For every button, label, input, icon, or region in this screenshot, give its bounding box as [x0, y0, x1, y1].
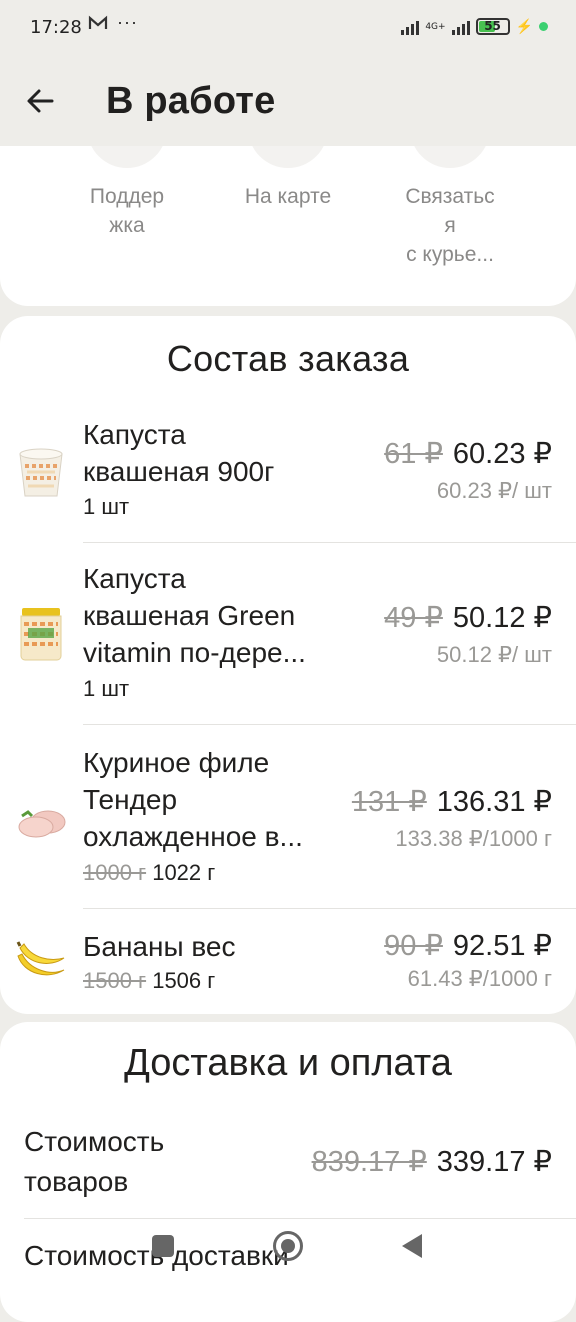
- item-name: Капуста квашеная 900г: [83, 419, 275, 487]
- item-name: Куриное филе Тендер охлажденное в...: [83, 747, 303, 852]
- support-label: Поддер жка: [89, 185, 165, 237]
- item-unit-price: 133.38 ₽/1000 г: [395, 826, 552, 851]
- contact-courier-label: Связатьс я с курье...: [405, 185, 495, 266]
- item-new-price: 92.51 ₽: [452, 930, 552, 962]
- system-back-button[interactable]: [402, 1234, 422, 1258]
- item-name: Капуста квашеная Green vitamin по-дере..…: [83, 563, 306, 668]
- delivery-title: Доставка и оплата: [124, 1042, 452, 1084]
- bananas-image: [14, 934, 68, 990]
- goods-new-cost: 339.17 ₽: [436, 1146, 552, 1178]
- item-old-price: 90 ₽: [384, 930, 443, 962]
- indicator-dot: [539, 22, 548, 31]
- app-header: В работе: [0, 56, 576, 146]
- item-old-price: 61 ₽: [384, 438, 443, 470]
- goods-old-cost: 839.17 ₽: [311, 1146, 427, 1178]
- item-unit-price: 61.43 ₽/1000 г: [407, 966, 552, 991]
- system-nav-bar: [0, 1218, 576, 1280]
- item-price: 90 ₽ 92.51 ₽: [384, 928, 552, 963]
- item-unit-price: 60.23 ₽/ шт: [436, 478, 552, 503]
- item-name: Бананы вес: [83, 931, 236, 962]
- divider: [83, 724, 576, 725]
- item-new-quantity: 1022 г: [152, 860, 216, 885]
- goods-cost-value: 839.17 ₽ 339.17 ₽: [312, 1144, 552, 1179]
- item-unit-price: 50.12 ₽/ шт: [436, 642, 552, 667]
- order-card: Состав заказа Капуста квашеная 900г 1 шт…: [0, 316, 576, 1014]
- item-quantity: 1000 г 1022 г: [83, 860, 215, 886]
- goods-cost-label: Стоимость товаров: [24, 1126, 165, 1197]
- home-button[interactable]: [273, 1231, 303, 1261]
- item-old-quantity: 1000 г: [83, 860, 147, 885]
- signal-icon: [401, 19, 420, 35]
- divider: [83, 542, 576, 543]
- item-old-quantity: 1500 г: [83, 968, 147, 993]
- charging-icon: ⚡: [515, 18, 533, 34]
- item-quantity: 1500 г 1506 г: [83, 968, 215, 994]
- more-notifications-icon: ···: [117, 12, 138, 32]
- item-price: 49 ₽ 50.12 ₽: [384, 600, 552, 635]
- chicken-fillet-image: [14, 794, 68, 850]
- item-new-price: 50.12 ₽: [452, 602, 552, 634]
- item-price: 131 ₽ 136.31 ₽: [352, 784, 552, 819]
- status-bar: 17:28 ··· 4G+ 55 ⚡: [0, 0, 576, 56]
- actions-card: Поддер жка На карте Связатьс я с курье..…: [0, 58, 576, 306]
- status-time: 17:28: [30, 17, 82, 38]
- network-type: 4G+: [425, 21, 446, 32]
- item-new-quantity: 1506 г: [152, 968, 216, 993]
- map-label: На карте: [244, 185, 332, 208]
- order-title: Состав заказа: [166, 338, 410, 379]
- battery-level: 55: [484, 19, 501, 33]
- signal-icon-2: [451, 19, 470, 35]
- recent-apps-button[interactable]: [152, 1235, 174, 1257]
- divider: [83, 908, 576, 909]
- item-new-price: 136.31 ₽: [436, 786, 552, 818]
- back-button[interactable]: [24, 86, 58, 116]
- item-quantity: 1 шт: [83, 676, 130, 701]
- sauerkraut-bucket-image: [14, 444, 68, 500]
- sauerkraut-jar-image: [14, 606, 68, 662]
- item-price: 61 ₽ 60.23 ₽: [384, 436, 552, 471]
- item-quantity: 1 шт: [83, 494, 130, 519]
- item-new-price: 60.23 ₽: [452, 438, 552, 470]
- mail-icon: [88, 15, 108, 37]
- item-old-price: 131 ₽: [351, 786, 427, 818]
- battery-icon: 55: [475, 18, 510, 35]
- item-old-price: 49 ₽: [384, 602, 443, 634]
- status-icons: 4G+ 55 ⚡: [401, 18, 548, 35]
- page-title: В работе: [106, 80, 276, 122]
- arrow-left-icon: [27, 89, 54, 113]
